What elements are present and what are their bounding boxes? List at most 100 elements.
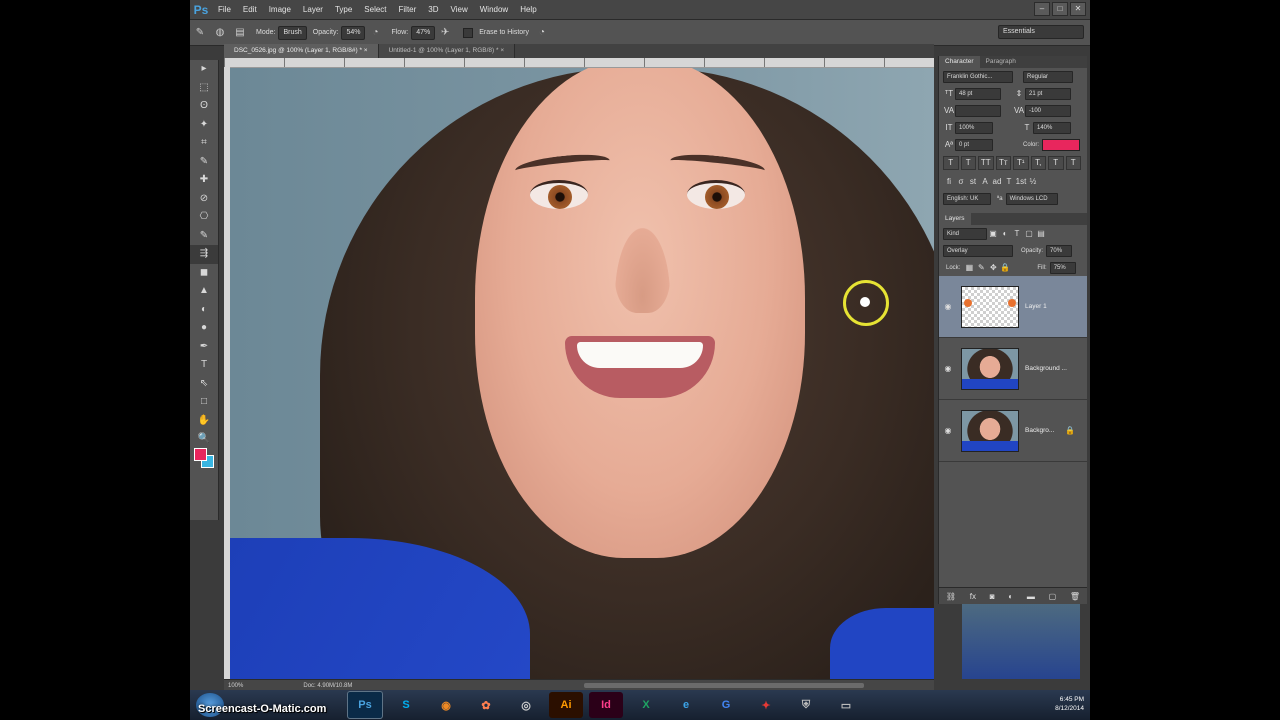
fx-icon[interactable]: fx [970,592,976,601]
faux-bold-button[interactable]: T [943,156,959,170]
visibility-eye-icon[interactable]: ◉ [939,302,957,311]
layer-opacity-field[interactable]: 70% [1046,244,1073,257]
document-canvas[interactable] [230,68,934,679]
app-taskbar-icon[interactable]: ✦ [749,692,783,718]
move-tool-icon[interactable]: ▸ [190,60,218,79]
dodge-tool-icon[interactable]: ◐ [190,301,218,320]
erase-history-checkbox[interactable] [463,27,474,38]
foreground-color-swatch[interactable] [194,448,207,461]
ordinals-icon[interactable]: T [1003,177,1015,186]
strikethrough-button[interactable]: T [1065,156,1081,170]
workspace-select[interactable]: Essentials [998,25,1084,39]
app-taskbar-icon[interactable]: ✿ [469,692,503,718]
trash-icon[interactable]: 🗑 [1070,592,1080,601]
add-mask-icon[interactable]: ◙ [990,592,995,601]
pressure-size-icon[interactable]: ◔ [535,26,549,40]
text-color-swatch[interactable] [1042,138,1081,151]
skype-taskbar-icon[interactable]: S [389,692,423,718]
brush-panel-icon[interactable]: ▤ [233,26,247,40]
layer-row[interactable]: ◉ Background ... [939,338,1087,400]
new-layer-icon[interactable]: ▢ [1049,592,1057,601]
crop-tool-icon[interactable]: ⌗ [190,134,218,153]
lock-transparent-icon[interactable]: ▦ [963,263,975,272]
menu-type[interactable]: Type [329,0,358,19]
lock-image-icon[interactable]: ✎ [975,263,987,272]
leading-field[interactable]: 21 pt [1025,87,1071,100]
burn-tool-icon[interactable]: ● [190,319,218,338]
filter-shape-icon[interactable]: ▢ [1023,229,1035,238]
kerning-field[interactable] [955,104,1001,117]
illustrator-taskbar-icon[interactable]: Ai [549,692,583,718]
menu-select[interactable]: Select [358,0,392,19]
baseline-field[interactable]: 0 pt [955,138,993,151]
mode-select[interactable]: Brush [278,25,307,40]
brush-preset-icon[interactable]: ◍ [213,26,227,40]
blur-tool-icon[interactable]: ▲ [190,282,218,301]
excel-taskbar-icon[interactable]: X [629,692,663,718]
media-taskbar-icon[interactable]: ◎ [509,692,543,718]
history-brush-tool-icon[interactable]: ✎ [190,227,218,246]
close-button[interactable]: ✕ [1070,2,1086,16]
vertical-scale-field[interactable]: 100% [955,121,993,134]
clone-stamp-tool-icon[interactable]: ⎔ [190,208,218,227]
eyedropper-tool-icon[interactable]: ✎ [190,153,218,172]
subscript-button[interactable]: T, [1030,156,1046,170]
opacity-field[interactable]: 54% [341,25,366,40]
font-style-select[interactable]: Regular [1023,70,1073,83]
filter-adjust-icon[interactable]: ◐ [999,229,1011,238]
swash-icon[interactable]: st [967,177,979,186]
menu-file[interactable]: File [212,0,237,19]
menu-3d[interactable]: 3D [422,0,444,19]
menu-filter[interactable]: Filter [393,0,423,19]
tab-character[interactable]: Character [939,56,980,68]
superscript-button[interactable]: T¹ [1013,156,1029,170]
chrome-taskbar-icon[interactable]: G [709,692,743,718]
blend-mode-select[interactable]: Overlay [943,244,1013,257]
filter-smart-icon[interactable]: ▤ [1035,229,1047,238]
ie-taskbar-icon[interactable]: e [669,692,703,718]
indesign-taskbar-icon[interactable]: Id [589,692,623,718]
fractions-icon[interactable]: 1st [1015,177,1027,186]
kind-filter-select[interactable]: Kind [943,227,987,240]
tab-paragraph[interactable]: Paragraph [980,56,1022,68]
tab-dsc-0526[interactable]: DSC_0526.jpg @ 100% (Layer 1, RGB/8#) * … [224,44,379,58]
filter-type-icon[interactable]: T [1011,229,1023,238]
menu-edit[interactable]: Edit [237,0,263,19]
lasso-tool-icon[interactable]: ʘ [190,97,218,116]
menu-layer[interactable]: Layer [297,0,329,19]
fill-field[interactable]: 75% [1049,261,1076,274]
layer-row[interactable]: ◉ Layer 1 [939,276,1087,338]
faux-italic-button[interactable]: T [960,156,976,170]
fraction-icon[interactable]: ½ [1027,177,1039,186]
underline-button[interactable]: T [1048,156,1064,170]
filter-pixel-icon[interactable]: ▣ [987,229,999,238]
old-style-icon[interactable]: σ [955,177,967,186]
system-clock[interactable]: 6:45 PM 8/12/2014 [1055,695,1084,713]
marquee-tool-icon[interactable]: ⬚ [190,79,218,98]
healing-tool-icon[interactable]: ✚ [190,171,218,190]
zoom-level[interactable]: 100% [228,683,243,689]
horizontal-scrollbar[interactable] [584,683,864,688]
visibility-eye-icon[interactable]: ◉ [939,364,957,373]
language-select[interactable]: English: UK [943,192,991,205]
zoom-tool-icon[interactable]: 🔍 [190,430,218,449]
quick-select-tool-icon[interactable]: ✦ [190,116,218,135]
layer-name[interactable]: Backgro... [1025,427,1054,434]
minimize-button[interactable]: – [1034,2,1050,16]
menu-image[interactable]: Image [263,0,297,19]
path-select-tool-icon[interactable]: ⇖ [190,375,218,394]
visibility-eye-icon[interactable]: ◉ [939,426,957,435]
pressure-opacity-icon[interactable]: ◔ [368,26,382,40]
pen-tool-icon[interactable]: ✒ [190,338,218,357]
adjustment-layer-icon[interactable]: ◐ [1008,592,1013,601]
layer-name[interactable]: Background ... [1025,365,1067,372]
firefox-taskbar-icon[interactable]: ◉ [429,692,463,718]
airbrush-icon[interactable]: ✈ [438,26,452,40]
gradient-tool-icon[interactable]: ◼ [190,264,218,283]
lock-all-icon[interactable]: 🔒 [999,263,1011,272]
photoshop-taskbar-icon[interactable]: Ps [347,691,383,719]
flow-field[interactable]: 47% [411,25,436,40]
eraser-tool-icon[interactable]: ✎ [193,26,207,40]
link-layers-icon[interactable]: ⛓ [946,592,956,601]
layer-row[interactable]: ◉ Backgro... 🔒 [939,400,1087,462]
